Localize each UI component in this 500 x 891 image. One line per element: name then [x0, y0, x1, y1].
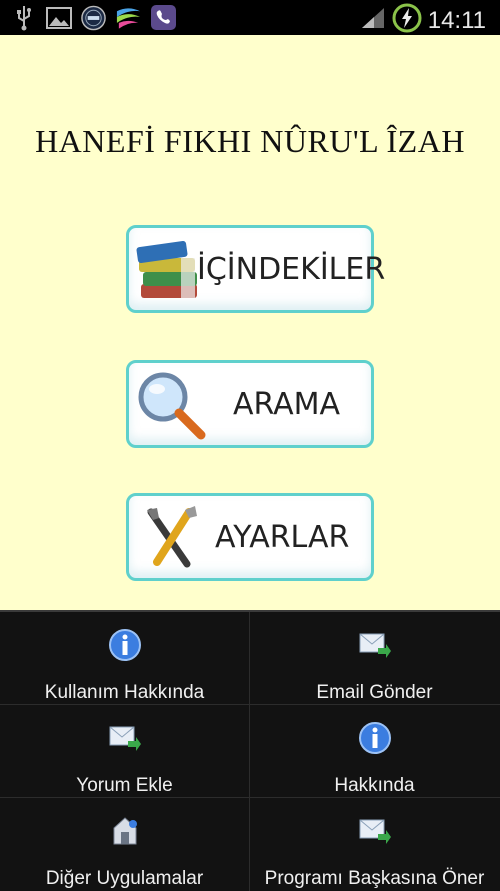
app-store-icon: [108, 814, 142, 848]
status-bar: 14:11: [0, 0, 500, 35]
menu-item-about[interactable]: Hakkında: [250, 705, 499, 797]
signal-icon: [360, 6, 386, 35]
menu-item-label: Hakkında: [334, 775, 415, 796]
menu-item-usage-info[interactable]: Kullanım Hakkında: [0, 612, 249, 704]
battery-charging-icon: [392, 3, 422, 38]
main-content: HANEFİ FIKHI NÛRU'L ÎZAH İÇİNDEKİLER ARA…: [0, 35, 500, 610]
mail-send-icon: [358, 814, 392, 848]
menu-item-label: Diğer Uygulamalar: [45, 868, 204, 889]
info-icon: [358, 721, 392, 755]
usb-icon: [10, 4, 37, 31]
mail-send-icon: [358, 628, 392, 662]
status-indicators: 14:11: [360, 3, 486, 38]
tools-icon: [135, 502, 207, 574]
options-menu: Kullanım Hakkında Email Gönder Yorum Ekl…: [0, 610, 500, 891]
page-title: HANEFİ FIKHI NÛRU'L ÎZAH: [35, 123, 465, 159]
settings-button[interactable]: AYARLAR: [126, 493, 374, 581]
viber-icon: [150, 4, 177, 31]
magnifier-icon: [135, 369, 207, 441]
menu-item-add-review[interactable]: Yorum Ekle: [0, 705, 249, 797]
menu-item-label: Kullanım Hakkında: [44, 682, 205, 703]
mail-send-icon: [108, 721, 142, 755]
search-button-label: ARAMA: [233, 387, 341, 422]
search-button[interactable]: ARAMA: [126, 360, 374, 448]
menu-item-other-apps[interactable]: Diğer Uygulamalar: [0, 798, 249, 890]
menu-item-label: Yorum Ekle: [76, 775, 173, 796]
swiftkey-icon: [115, 4, 142, 31]
contents-button-label: İÇİNDEKİLER: [197, 252, 386, 287]
settings-button-label: AYARLAR: [215, 520, 350, 555]
contents-button[interactable]: İÇİNDEKİLER: [126, 225, 385, 313]
app-badge-icon: [80, 4, 107, 31]
menu-item-send-email[interactable]: Email Gönder: [250, 612, 499, 704]
image-icon: [45, 4, 72, 31]
menu-item-recommend[interactable]: Programı Başkasına Öner: [250, 798, 499, 890]
clock: 14:11: [427, 6, 486, 34]
notification-icons: [10, 4, 177, 31]
info-icon: [108, 628, 142, 662]
menu-item-label: Email Gönder: [316, 682, 433, 703]
menu-item-label: Programı Başkasına Öner: [264, 868, 485, 889]
